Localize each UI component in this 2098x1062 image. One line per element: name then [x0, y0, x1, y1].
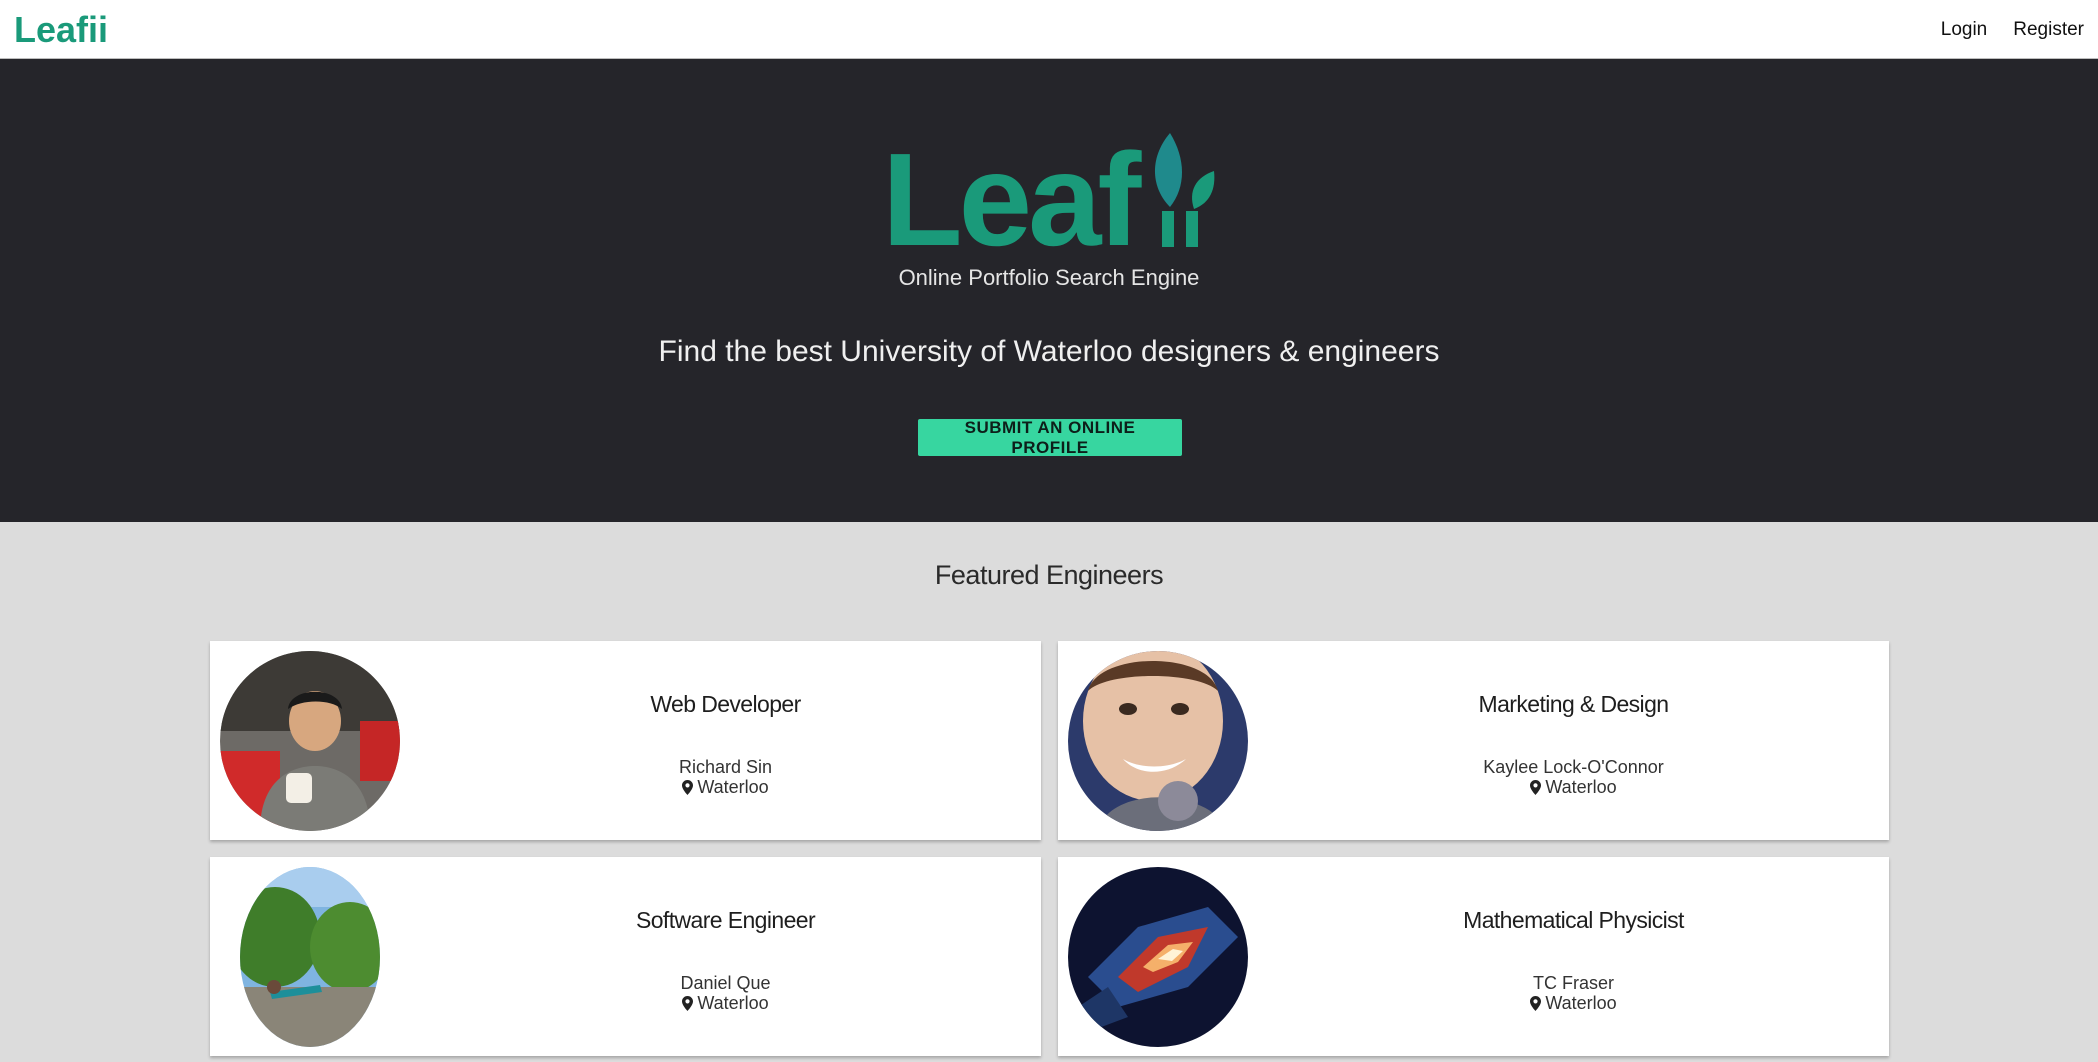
card-role: Software Engineer [635, 907, 816, 933]
card-name: TC Fraser [1533, 973, 1614, 993]
map-pin-icon [682, 996, 694, 1011]
profile-card[interactable]: Web Developer Richard Sin Waterloo [210, 641, 1041, 840]
card-location: Waterloo [1258, 993, 1889, 1014]
card-body: Mathematical Physicist TC Fraser Waterlo… [1258, 857, 1889, 1056]
card-body: Web Developer Richard Sin Waterloo [410, 641, 1041, 840]
hero-subtitle: Online Portfolio Search Engine [898, 265, 1200, 290]
card-location-text: Waterloo [697, 993, 769, 1013]
leaf-stem-2 [1186, 211, 1198, 247]
avatar [1068, 867, 1248, 1047]
nav-logo[interactable]: Leafii [14, 4, 119, 52]
avatar [240, 867, 380, 1047]
map-pin-icon [1530, 780, 1542, 795]
avatar [220, 651, 400, 831]
card-role: Mathematical Physicist [1463, 907, 1684, 933]
card-name: Richard Sin [678, 757, 773, 777]
leaf-shape-1 [1154, 133, 1182, 207]
featured-title: Featured Engineers [934, 560, 1164, 590]
register-link[interactable]: Register [2013, 19, 2084, 41]
map-pin-icon [1530, 996, 1542, 1011]
submit-profile-button[interactable]: SUBMIT AN ONLINE PROFILE [918, 418, 1182, 457]
card-location-text: Waterloo [1545, 993, 1617, 1013]
card-location-text: Waterloo [697, 777, 769, 797]
profile-card[interactable]: Mathematical Physicist TC Fraser Waterlo… [1058, 857, 1889, 1056]
avatar [1068, 651, 1248, 831]
hero-logo: Leaf [882, 126, 1215, 259]
card-location: Waterloo [1258, 777, 1889, 798]
nav-links: Login Register [1941, 0, 2084, 59]
card-body: Marketing & Design Kaylee Lock-O'Connor … [1258, 641, 1889, 840]
leaf-logo-icon: Leafii [14, 9, 108, 50]
profile-card[interactable]: Marketing & Design Kaylee Lock-O'Connor … [1058, 641, 1889, 840]
top-navbar: Leafii Login Register [0, 0, 2098, 59]
login-link[interactable]: Login [1941, 19, 1988, 41]
map-pin-icon [682, 780, 694, 795]
card-location: Waterloo [410, 993, 1041, 1014]
nav-logo-text: Leafii [14, 9, 108, 50]
hero-tagline: Find the best University of Waterloo des… [658, 335, 1440, 368]
profile-card[interactable]: Software Engineer Daniel Que Waterloo [210, 857, 1041, 1056]
card-role: Marketing & Design [1478, 691, 1670, 717]
card-name: Daniel Que [680, 973, 771, 993]
card-role: Web Developer [650, 691, 801, 717]
card-body: Software Engineer Daniel Que Waterloo [410, 857, 1041, 1056]
hero-banner: Leaf Online Portfolio Search Engine Find… [0, 59, 2098, 522]
card-location: Waterloo [410, 777, 1041, 798]
leaf-shape-2 [1192, 171, 1215, 209]
card-location-text: Waterloo [1545, 777, 1617, 797]
leaf-stem-1 [1162, 211, 1174, 247]
card-name: Kaylee Lock-O'Connor [1483, 757, 1664, 777]
hero-logo-text: Leaf [882, 126, 1142, 259]
